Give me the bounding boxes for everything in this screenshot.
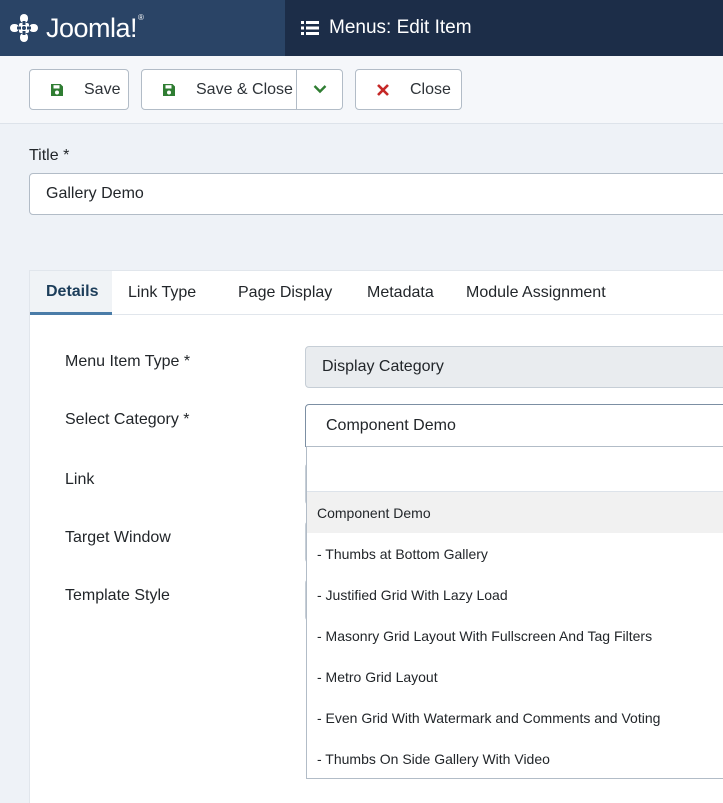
target-window-label: Target Window [65,529,171,546]
brand-area[interactable]: Joomla!® [0,0,285,56]
tab-page-display[interactable]: Page Display [222,271,344,315]
select-category-field[interactable]: Component Demo [305,404,723,447]
edit-card: Details Link Type Page Display Metadata … [29,270,723,803]
floppy-disk-icon [162,83,176,97]
floppy-disk-icon [50,83,64,97]
category-dropdown-list: Component Demo - Thumbs at Bottom Galler… [306,446,723,779]
close-button[interactable]: Close [355,69,462,110]
page-heading: Menus: Edit Item [285,0,472,56]
category-option[interactable]: - Masonry Grid Layout With Fullscreen An… [307,615,723,656]
title-label: Title * [29,147,70,164]
save-options-dropdown-toggle[interactable] [297,70,343,109]
category-option[interactable]: - Metro Grid Layout [307,656,723,697]
save-label: Save [84,80,121,98]
trademark-mark: ® [138,12,144,22]
list-icon [301,20,319,36]
menu-item-type-label: Menu Item Type * [65,353,191,370]
tab-details[interactable]: Details [30,271,112,315]
brand-name: Joomla!® [46,12,144,43]
category-option[interactable]: - Thumbs at Bottom Gallery [307,533,723,574]
tab-link-type[interactable]: Link Type [112,271,222,315]
category-option[interactable]: - Thumbs On Side Gallery With Video [307,738,723,779]
close-label: Close [410,80,451,98]
tab-bar: Details Link Type Page Display Metadata … [30,271,723,315]
chevron-down-icon [313,81,327,99]
category-option[interactable]: - Justified Grid With Lazy Load [307,574,723,615]
joomla-logo-icon [8,12,40,44]
select-category-label: Select Category * [65,411,190,428]
page-title: Menus: Edit Item [329,17,472,38]
save-button[interactable]: Save [29,69,129,110]
title-input[interactable]: Gallery Demo [29,173,723,215]
save-and-close-button[interactable]: Save & Close [141,69,343,110]
template-style-label: Template Style [65,587,170,604]
menu-item-type-field[interactable]: Display Category [305,346,723,388]
category-option[interactable]: - Even Grid With Watermark and Comments … [307,697,723,738]
link-label: Link [65,471,95,488]
category-option[interactable]: Component Demo [307,492,723,533]
category-search-input[interactable] [307,447,723,492]
save-and-close-label: Save & Close [196,80,293,98]
close-icon [376,83,390,97]
app-header: Joomla!® Menus: Edit Item [0,0,723,56]
tab-metadata[interactable]: Metadata [344,271,442,315]
toolbar: Save Save & Close Close [0,56,723,124]
tab-module-assignment[interactable]: Module Assignment [442,271,642,315]
